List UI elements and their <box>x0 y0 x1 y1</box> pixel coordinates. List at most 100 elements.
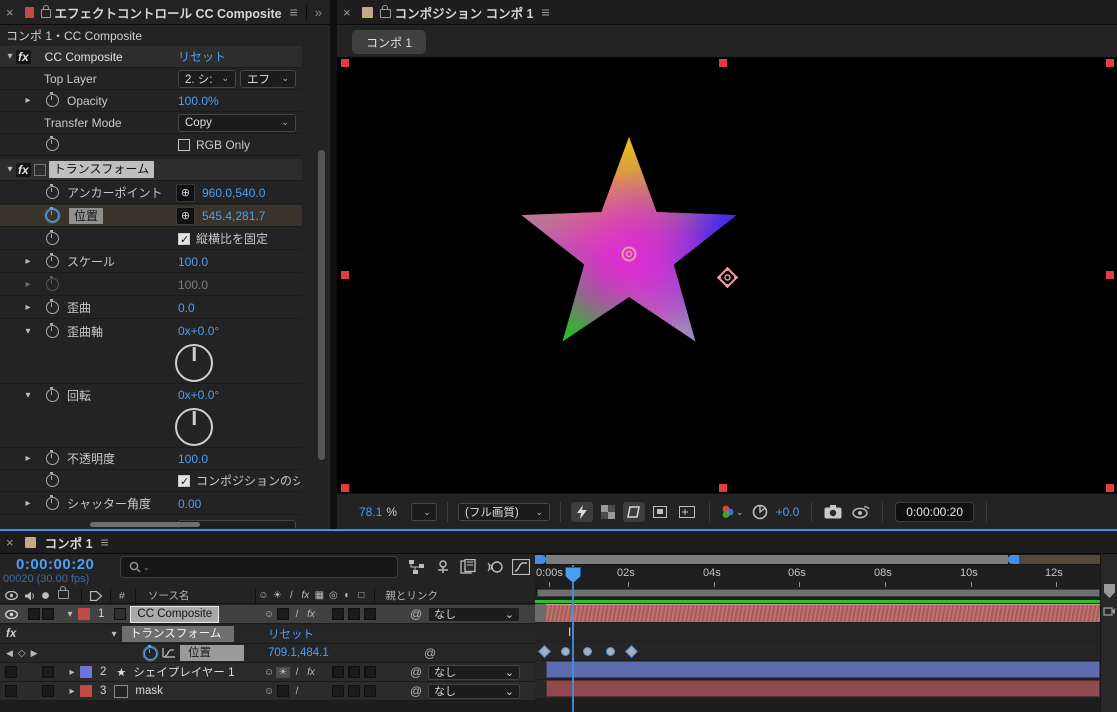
layer-row-2[interactable]: ▸ 2 ★ シェイプレイヤー 1 ☺ ☀ / fx @ なし ⌄ <box>0 663 535 682</box>
stopwatch-icon[interactable] <box>46 386 59 402</box>
motion-blur-switch[interactable] <box>348 685 360 697</box>
frame-blending-icon[interactable] <box>460 559 478 575</box>
stopwatch-icon[interactable] <box>46 322 59 338</box>
quality-switch[interactable]: / <box>290 686 304 697</box>
current-timecode[interactable]: 0:00:00:20 <box>16 556 94 573</box>
adjustment-switch[interactable] <box>364 666 376 678</box>
skew-value[interactable]: 0.0 <box>178 301 195 315</box>
layer-row-1[interactable]: ▾ 1 CC Composite ☺ / fx @ なし ⌄ <box>0 605 535 624</box>
opacity-value[interactable]: 100.0% <box>178 94 219 108</box>
adjustment-switch[interactable] <box>364 685 376 697</box>
parent-select[interactable]: なし ⌄ <box>428 664 520 680</box>
twirl-down-icon[interactable]: ▾ <box>4 51 16 62</box>
parent-select[interactable]: なし ⌄ <box>428 606 520 622</box>
panel-menu-icon[interactable]: ≡ <box>101 534 109 550</box>
exposure-value[interactable]: +0.0 <box>776 505 800 519</box>
twirl-right-icon[interactable]: ▸ <box>22 256 34 267</box>
layer-bar-stub[interactable] <box>535 604 546 622</box>
twirl-right-icon[interactable]: ▸ <box>66 667 78 678</box>
work-area-bar[interactable] <box>537 589 1100 597</box>
twirl-down-icon[interactable]: ▾ <box>64 609 76 620</box>
twirl-down-icon[interactable]: ▾ <box>22 326 34 337</box>
frame-blend-switch[interactable] <box>332 608 344 620</box>
lock-toggle[interactable] <box>42 666 54 678</box>
layer-name[interactable]: mask <box>135 685 162 697</box>
transfer-mode-select[interactable]: Copy ⌄ <box>178 113 296 132</box>
effect-point-icon[interactable]: ⊕ <box>176 206 195 225</box>
draft-3d-icon[interactable] <box>434 559 452 575</box>
adjustment-column-icon[interactable]: ◐ <box>340 590 354 601</box>
label-color[interactable] <box>80 666 92 678</box>
keyframe-diamond[interactable] <box>538 645 551 658</box>
quality-switch[interactable]: / <box>290 667 304 678</box>
twirl-down-icon[interactable]: ▾ <box>4 164 16 175</box>
tr-opacity-value[interactable]: 100.0 <box>178 452 208 466</box>
twirl-down-icon[interactable]: ▾ <box>108 629 120 640</box>
eye-toggle[interactable] <box>5 685 17 697</box>
viewer-comp-tab[interactable]: コンポ 1 <box>352 30 427 54</box>
stopwatch-icon[interactable] <box>46 92 59 107</box>
keyframe-diamond[interactable] <box>625 645 638 658</box>
collapse-column-icon[interactable]: ☀ <box>270 590 284 601</box>
rotation-value[interactable]: 0x+0.0° <box>178 388 219 402</box>
kf-prev-icon[interactable]: ◀ <box>6 648 13 659</box>
layer-1-duration-bar[interactable] <box>546 604 1100 622</box>
timeline-tab-title[interactable]: コンポ 1 <box>45 533 93 552</box>
label-color[interactable] <box>80 685 92 697</box>
keyframe-circle[interactable] <box>606 647 615 656</box>
graph-toggle-icon[interactable] <box>162 647 176 659</box>
top-layer-select[interactable]: 2. シ: ⌄ <box>178 69 236 88</box>
solo-column-icon[interactable] <box>41 591 50 600</box>
close-icon[interactable]: × <box>0 535 20 550</box>
stopwatch-icon[interactable] <box>46 184 59 199</box>
transparency-grid-icon[interactable] <box>597 502 619 522</box>
twirl-right-icon[interactable]: ▸ <box>22 453 34 464</box>
effect-name-selected[interactable]: トランスフォーム <box>122 626 234 642</box>
layer-3-duration-bar[interactable] <box>546 680 1100 697</box>
quality-switch[interactable]: / <box>290 609 304 620</box>
zoom-value[interactable]: 78.1 <box>359 505 382 519</box>
twirl-right-icon[interactable]: ▸ <box>22 302 34 313</box>
effect-name[interactable]: CC Composite <box>45 50 123 64</box>
reset-link[interactable]: リセット <box>178 48 226 65</box>
eye-toggle[interactable] <box>5 666 17 678</box>
overflow-icon[interactable]: » <box>305 4 330 20</box>
skew-axis-value[interactable]: 0x+0.0° <box>178 324 219 338</box>
keyframe-circle[interactable] <box>561 647 570 656</box>
position-value[interactable]: 545.4,281.7 <box>202 209 265 223</box>
frame-blend-switch[interactable] <box>332 685 344 697</box>
twirl-right-icon[interactable]: ▸ <box>66 686 78 697</box>
rotation-dial[interactable] <box>175 408 213 446</box>
parent-pickwhip-icon[interactable]: @ <box>410 684 422 698</box>
search-input[interactable]: ⌄ <box>120 556 398 578</box>
fx-column-icon[interactable]: fx <box>298 590 312 601</box>
position-value[interactable]: 709.1,484.1 <box>268 647 329 659</box>
scale-value[interactable]: 100.0 <box>178 255 208 269</box>
stopwatch-icon-active[interactable] <box>46 207 59 222</box>
effect-header-transform[interactable]: ▾ fx トランスフォーム <box>0 159 302 181</box>
kf-next-icon[interactable]: ▶ <box>31 648 38 659</box>
lock-column-icon[interactable] <box>56 586 73 602</box>
viewer-canvas[interactable] <box>337 57 1117 493</box>
motion-blur-column-icon[interactable]: ◎ <box>326 590 340 601</box>
anchor-value[interactable]: 960.0,540.0 <box>202 186 265 200</box>
layer-name[interactable]: シェイプレイヤー 1 <box>133 664 234 680</box>
comp-button-icon[interactable] <box>1103 604 1116 617</box>
effect-name-selected[interactable]: トランスフォーム <box>48 161 155 178</box>
audio-column-icon[interactable] <box>24 591 35 601</box>
prop-label-selected[interactable]: 位置 <box>69 207 104 224</box>
fx-switch[interactable]: fx <box>304 667 318 678</box>
panel-menu-icon[interactable]: ≡ <box>542 4 550 20</box>
close-icon[interactable]: × <box>337 5 357 20</box>
stopwatch-icon[interactable] <box>46 253 59 268</box>
comp-shutter-checkbox[interactable] <box>178 474 190 488</box>
eye-icon[interactable] <box>5 609 18 619</box>
twirl-right-icon[interactable]: ▸ <box>22 498 34 509</box>
region-of-interest-icon[interactable] <box>623 502 646 522</box>
effect-point-icon[interactable]: ⊕ <box>176 183 195 202</box>
navigator-end-handle[interactable] <box>1008 555 1019 564</box>
motion-blur-icon[interactable] <box>486 559 504 575</box>
twirl-down-icon[interactable]: ▾ <box>22 390 34 401</box>
lock-toggle[interactable] <box>42 685 54 697</box>
navigator-start-handle[interactable] <box>535 555 546 564</box>
